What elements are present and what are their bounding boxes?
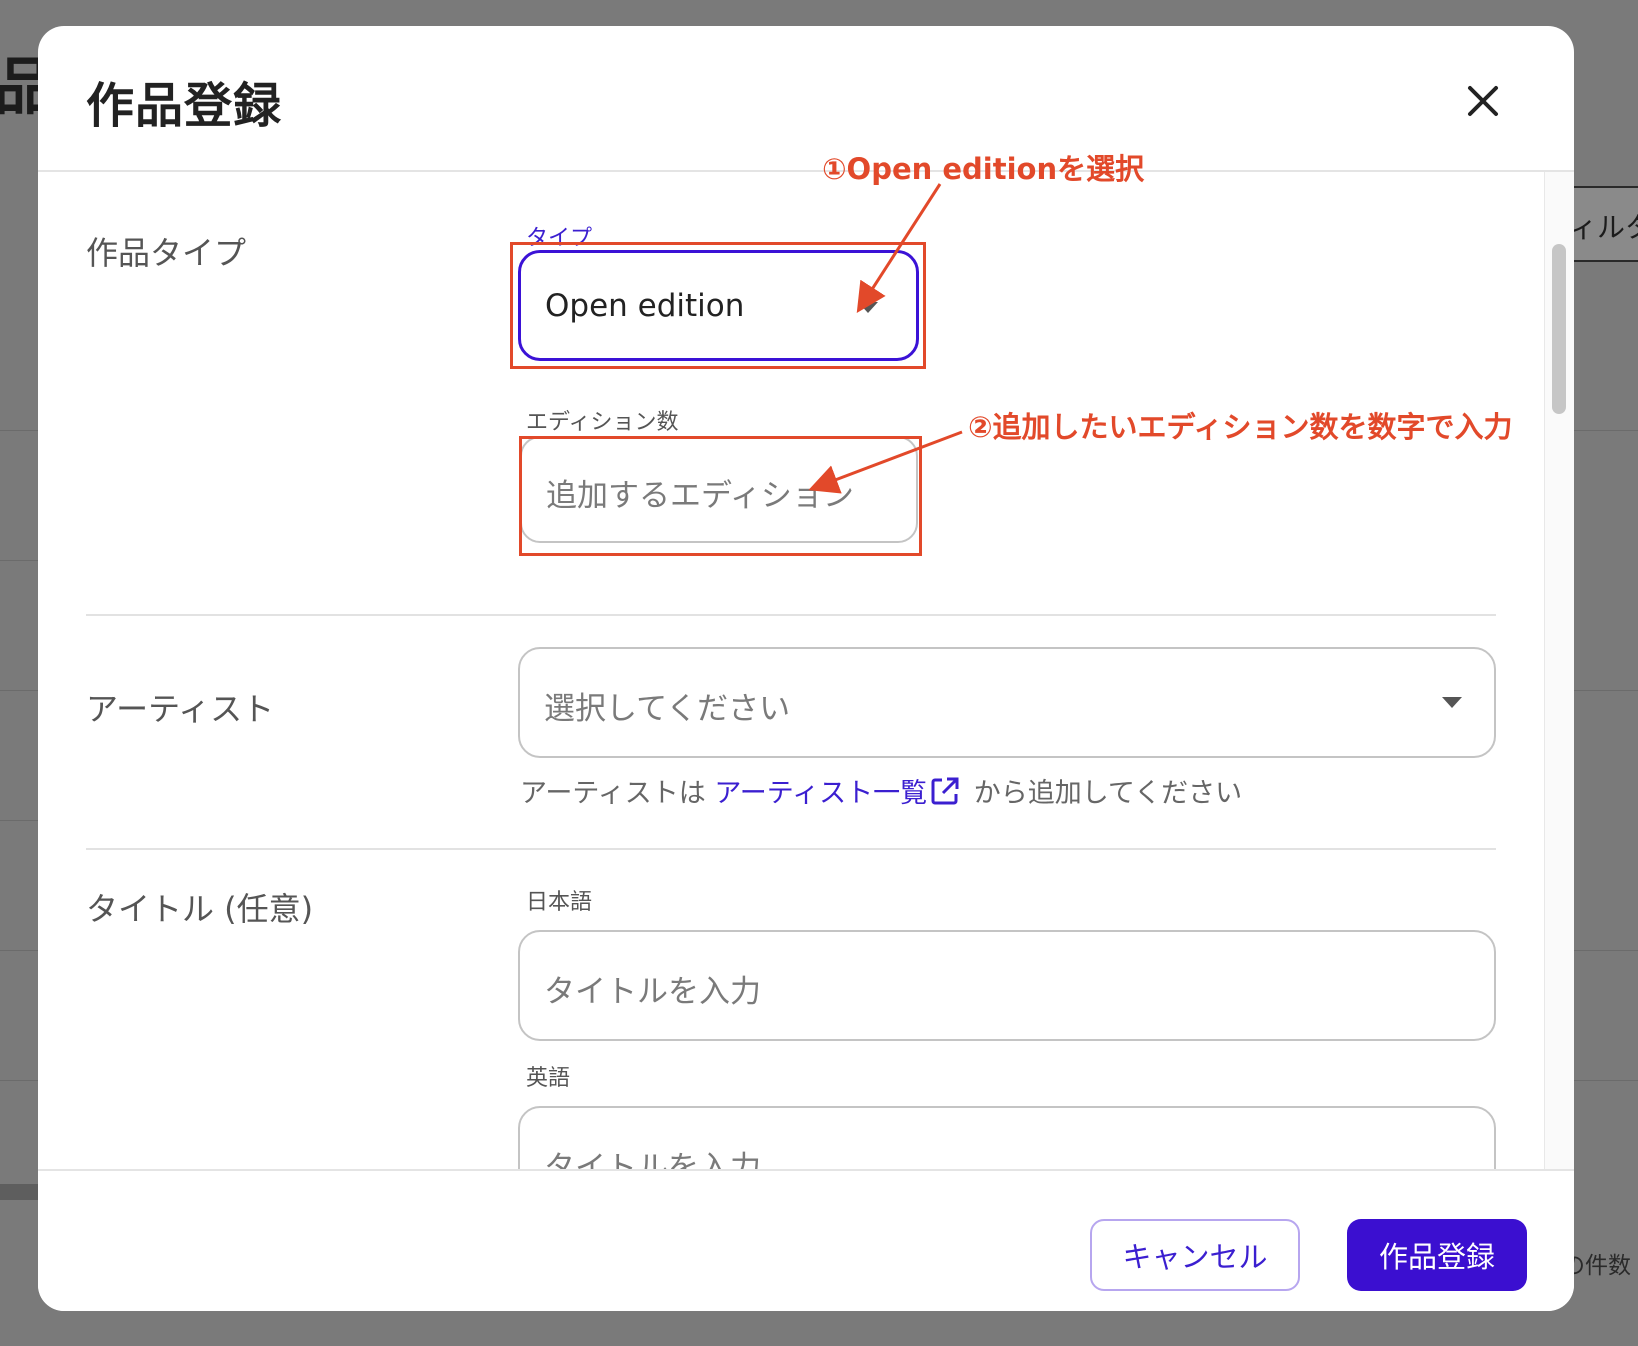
background-filter-label: ィルタ [1569, 211, 1638, 244]
dialog-body: 作品タイプ タイプ Open edition エディション数 追加するエディショ… [38, 172, 1538, 1169]
title-english-placeholder: タイトルを入力 [544, 1150, 761, 1169]
title-english-label: 英語 [526, 1066, 571, 1091]
cancel-button[interactable]: キャンセル [1090, 1219, 1300, 1291]
artist-helper-text: アーティストは アーティスト一覧 から追加してください [520, 771, 1242, 810]
section-divider [86, 848, 1496, 850]
dialog-title: 作品登録 [86, 78, 283, 134]
annotation-step2-text: ②追加したいエディション数を数字で入力 [968, 410, 1513, 444]
type-select-value: Open edition [545, 288, 745, 324]
artist-list-link-label: アーティスト一覧 [714, 778, 928, 809]
background-row-divider [0, 430, 40, 431]
register-work-button[interactable]: 作品登録 [1347, 1219, 1527, 1291]
type-select[interactable]: Open edition [518, 250, 919, 361]
title-japanese-placeholder: タイトルを入力 [544, 974, 761, 1010]
background-row-divider [0, 1080, 40, 1081]
annotation-step1-text: ①Open editionを選択 [822, 152, 1145, 186]
close-button[interactable] [1458, 76, 1508, 126]
background-row-divider [0, 820, 40, 821]
chevron-down-icon [858, 302, 878, 313]
type-field-label: タイプ [526, 226, 593, 251]
edition-count-placeholder: 追加するエディション [546, 478, 854, 514]
background-row-divider [0, 950, 40, 951]
dialog-footer: キャンセル 作品登録 [38, 1169, 1574, 1311]
title-section-label: タイトル (任意) [86, 890, 314, 928]
title-english-input[interactable]: タイトルを入力 [518, 1106, 1496, 1169]
artist-section-label: アーティスト [86, 690, 275, 728]
title-japanese-label: 日本語 [526, 890, 593, 915]
title-japanese-input[interactable]: タイトルを入力 [518, 930, 1496, 1041]
cancel-button-label: キャンセル [1122, 1240, 1268, 1274]
chevron-down-icon [1442, 697, 1462, 708]
register-work-dialog: 作品登録 作品タイプ タイプ Open edition エディション数 追加する… [38, 26, 1574, 1311]
dialog-header: 作品登録 [38, 26, 1574, 172]
close-icon [1468, 86, 1498, 116]
work-type-section-label: 作品タイプ [86, 234, 247, 272]
section-divider [86, 614, 1496, 616]
artist-helper-prefix: アーティストは [520, 778, 706, 809]
edition-count-label: エディション数 [526, 410, 679, 435]
background-scrollbar [0, 1184, 40, 1200]
external-link-icon [931, 777, 959, 805]
artist-select[interactable]: 選択してください [518, 647, 1496, 758]
background-row-divider [1574, 690, 1638, 691]
background-row-divider [1574, 950, 1638, 951]
artist-select-placeholder: 選択してください [544, 691, 791, 727]
dialog-scrollbar-thumb[interactable] [1552, 244, 1566, 414]
artist-list-link[interactable]: アーティスト一覧 [714, 777, 965, 809]
background-row-divider [0, 690, 40, 691]
edition-count-input[interactable]: 追加するエディション [520, 436, 918, 543]
background-row-divider [1574, 1080, 1638, 1081]
register-work-button-label: 作品登録 [1378, 1240, 1495, 1274]
background-row-divider [1574, 430, 1638, 431]
background-row-divider [0, 560, 40, 561]
artist-helper-suffix: から追加してください [973, 778, 1243, 809]
